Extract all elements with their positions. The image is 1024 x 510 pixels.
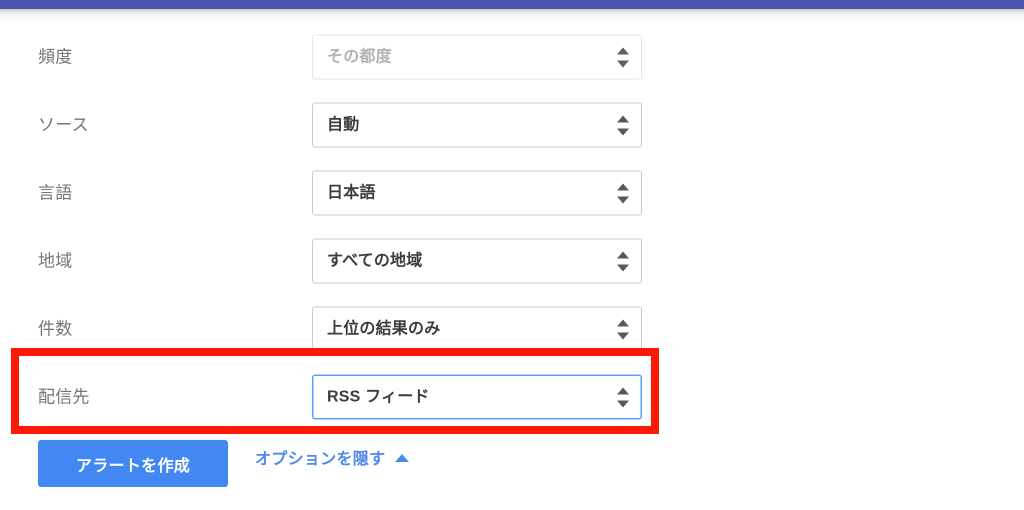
form-action-row: アラートを作成 オプションを隠す	[0, 440, 1024, 490]
select-deliver-to[interactable]: RSS フィード	[312, 374, 642, 420]
option-row-source: ソース 自動	[0, 91, 700, 159]
select-arrows-icon	[617, 46, 630, 68]
select-count[interactable]: 上位の結果のみ	[312, 306, 642, 352]
select-arrows-icon	[617, 182, 630, 204]
select-arrows-icon	[617, 386, 630, 408]
select-frequency-value: その都度	[327, 48, 392, 65]
select-arrows-icon	[617, 114, 630, 136]
top-bar-shadow	[0, 9, 1024, 23]
select-language-value: 日本語	[327, 184, 376, 201]
option-label-region: 地域	[38, 251, 73, 271]
create-alert-button[interactable]: アラートを作成	[38, 440, 228, 487]
browser-top-bar	[0, 0, 1024, 9]
option-row-count: 件数 上位の結果のみ	[0, 295, 700, 363]
option-row-deliver-to: 配信先 RSS フィード	[0, 363, 700, 431]
option-label-source: ソース	[38, 115, 89, 135]
select-arrows-icon	[617, 318, 630, 340]
select-deliver-to-value: RSS フィード	[327, 388, 430, 405]
select-frequency[interactable]: その都度	[312, 34, 642, 80]
select-source[interactable]: 自動	[312, 102, 642, 148]
option-label-frequency: 頻度	[38, 47, 73, 67]
select-region-value: すべての地域	[327, 252, 423, 269]
select-region[interactable]: すべての地域	[312, 238, 642, 284]
hide-options-link[interactable]: オプションを隠す	[255, 451, 410, 468]
option-label-deliver-to: 配信先	[38, 387, 90, 407]
select-arrows-icon	[617, 250, 630, 272]
select-count-value: 上位の結果のみ	[327, 320, 441, 337]
option-label-count: 件数	[38, 319, 73, 339]
option-label-language: 言語	[38, 183, 73, 203]
option-row-language: 言語 日本語	[0, 159, 700, 227]
select-source-value: 自動	[327, 116, 360, 133]
hide-options-label: オプションを隠す	[255, 451, 386, 468]
option-row-region: 地域 すべての地域	[0, 227, 700, 295]
option-row-frequency: 頻度 その都度	[0, 23, 700, 91]
caret-up-icon	[395, 454, 410, 462]
select-language[interactable]: 日本語	[312, 170, 642, 216]
